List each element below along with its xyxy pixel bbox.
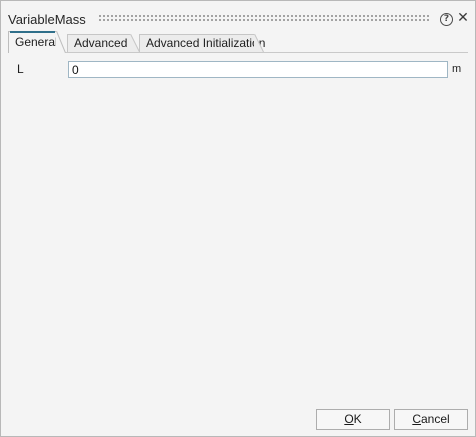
- tab-advanced[interactable]: Advanced: [67, 34, 140, 52]
- tab-advanced-initialization[interactable]: Advanced Initialization: [139, 34, 265, 52]
- variable-mass-dialog: VariableMass ? ✕ General Advanced Advanc…: [0, 0, 476, 437]
- tab-advanced-label: Advanced: [74, 36, 128, 50]
- help-icon[interactable]: ?: [440, 13, 453, 26]
- tab-advanced-initialization-slant: [254, 34, 264, 52]
- tab-general-label: General: [15, 35, 58, 49]
- tab-strip: General Advanced Advanced Initialization: [8, 31, 470, 53]
- l-value-input[interactable]: [68, 61, 448, 78]
- ok-button-mnemonic: O: [344, 412, 354, 426]
- cancel-button[interactable]: Cancel: [394, 409, 468, 430]
- ok-button-label-rest: K: [353, 412, 362, 426]
- field-unit-l: m: [452, 63, 462, 75]
- field-label-l: L: [17, 62, 24, 76]
- tab-general-slant: [56, 31, 66, 53]
- tab-advanced-initialization-label: Advanced Initialization: [146, 36, 266, 50]
- drag-grip-icon[interactable]: [98, 14, 430, 23]
- ok-button[interactable]: OK: [316, 409, 390, 430]
- tab-general[interactable]: General: [8, 31, 66, 53]
- close-icon[interactable]: ✕: [457, 11, 469, 25]
- cancel-button-mnemonic: C: [412, 412, 421, 426]
- cancel-button-label-rest: ancel: [420, 412, 450, 426]
- window-title: VariableMass: [8, 12, 86, 27]
- title-bar[interactable]: VariableMass ? ✕: [1, 1, 475, 31]
